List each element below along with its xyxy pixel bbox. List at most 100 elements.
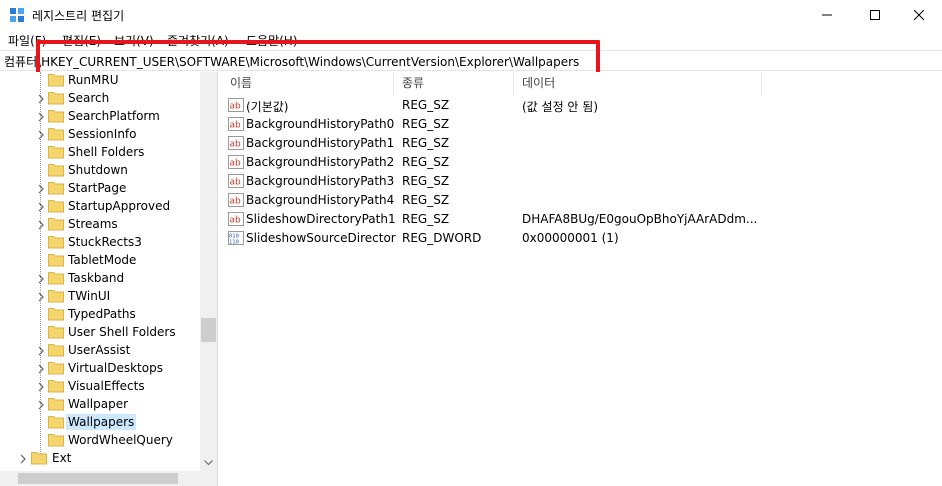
tree-item[interactable]: Wallpaper [0, 395, 200, 413]
tree-item[interactable]: Shutdown [0, 161, 200, 179]
folder-icon [48, 73, 64, 87]
maximize-button[interactable] [852, 0, 898, 30]
folder-icon [48, 325, 64, 339]
tree-item-label[interactable]: VirtualDesktops [66, 360, 165, 376]
chevron-right-icon[interactable] [36, 273, 46, 284]
tree-item-label[interactable]: TypedPaths [66, 306, 138, 322]
string-value-icon: ab [228, 193, 244, 207]
value-type: REG_SZ [402, 136, 450, 150]
chevron-right-icon[interactable] [36, 93, 46, 104]
tree-item[interactable]: Wallpapers [0, 413, 200, 431]
tree-item[interactable]: StartupApproved [0, 197, 200, 215]
value-name: BackgroundHistoryPath3 [246, 174, 395, 188]
value-data: 0x00000001 (1) [522, 231, 619, 245]
tree-item-label[interactable]: StuckRects3 [66, 234, 144, 250]
scrollbar-thumb[interactable] [18, 473, 178, 484]
tree-item[interactable]: StuckRects3 [0, 233, 200, 251]
value-name: SlideshowDirectoryPath1 [246, 212, 396, 226]
folder-icon [48, 271, 64, 285]
tree-item[interactable]: VirtualDesktops [0, 359, 200, 377]
value-name: SlideshowSourceDirectori... [246, 231, 396, 245]
string-value-icon: ab [228, 117, 244, 131]
folder-icon [48, 289, 64, 303]
value-name: (기본값) [246, 100, 289, 114]
scrollbar-thumb[interactable] [201, 318, 216, 342]
value-row[interactable]: ab SlideshowDirectoryPath1 REG_SZ DHAFA8BUg… [222, 210, 942, 229]
svg-text:ab: ab [230, 140, 242, 150]
chevron-right-icon[interactable] [36, 363, 46, 374]
tree-item[interactable]: VisualEffects [0, 377, 200, 395]
tree-horizontal-scrollbar[interactable] [0, 471, 217, 486]
tree-item-label[interactable]: Taskband [66, 270, 126, 286]
tree-item[interactable]: TabletMode [0, 251, 200, 269]
chevron-right-icon[interactable] [36, 399, 46, 410]
tree-item-label[interactable]: UserAssist [66, 342, 132, 358]
tree-item[interactable]: Ext [0, 449, 200, 467]
value-row[interactable]: ab BackgroundHistoryPath0 REG_SZ [222, 115, 942, 134]
svg-text:ab: ab [230, 102, 242, 112]
chevron-right-icon[interactable] [36, 201, 46, 212]
tree-item-label[interactable]: StartPage [66, 180, 128, 196]
tree-item-label[interactable]: Streams [66, 216, 120, 232]
key-tree: RunMRU Search SearchPlatform SessionInfo She… [0, 72, 217, 486]
tree-item-label[interactable]: SearchPlatform [66, 108, 162, 124]
tree-item-label[interactable]: Ext [50, 450, 73, 466]
tree-item-label[interactable]: WordWheelQuery [66, 432, 175, 448]
value-row[interactable]: ab (기본값) REG_SZ (값 설정 안 됨) [222, 96, 942, 115]
tree-item-label[interactable]: User Shell Folders [66, 324, 178, 340]
value-row[interactable]: ab BackgroundHistoryPath2 REG_SZ [222, 153, 942, 172]
column-header-type[interactable]: 종류 [394, 72, 514, 96]
tree-item-label[interactable]: Wallpaper [66, 396, 130, 412]
tree-item[interactable]: TWinUI [0, 287, 200, 305]
scroll-down-button[interactable] [200, 454, 217, 471]
tree-item[interactable]: SessionInfo [0, 125, 200, 143]
tree-item[interactable]: TypedPaths [0, 305, 200, 323]
tree-item-label[interactable]: StartupApproved [66, 198, 172, 214]
column-header-data[interactable]: 데이터 [514, 72, 762, 96]
value-type: REG_SZ [402, 212, 450, 226]
tree-item[interactable]: Search [0, 89, 200, 107]
value-row[interactable]: 010 110 SlideshowSourceDirectori... REG_DWO… [222, 229, 942, 248]
value-name: BackgroundHistoryPath0 [246, 117, 395, 131]
tree-item-label[interactable]: VisualEffects [66, 378, 147, 394]
tree-item[interactable]: Streams [0, 215, 200, 233]
tree-item-label[interactable]: Wallpapers [66, 414, 137, 430]
chevron-right-icon[interactable] [36, 129, 46, 140]
tree-item-label[interactable]: RunMRU [66, 72, 120, 88]
tree-item-label[interactable]: Shutdown [66, 162, 130, 178]
value-list: 이름 종류 데이터 ab (기본값) REG_SZ (값 설정 안 됨) ab Backg… [222, 72, 942, 486]
folder-icon [48, 109, 64, 123]
tree-item-label[interactable]: Search [66, 90, 111, 106]
tree-item[interactable]: UserAssist [0, 341, 200, 359]
chevron-right-icon[interactable] [36, 111, 46, 122]
chevron-right-icon[interactable] [36, 291, 46, 302]
tree-item[interactable]: WordWheelQuery [0, 431, 200, 449]
tree-item[interactable]: Taskband [0, 269, 200, 287]
chevron-right-icon[interactable] [36, 219, 46, 230]
tree-item[interactable]: User Shell Folders [0, 323, 200, 341]
tree-item-label[interactable]: Shell Folders [66, 144, 146, 160]
tree-item[interactable]: StartPage [0, 179, 200, 197]
chevron-right-icon[interactable] [36, 345, 46, 356]
tree-item-label[interactable]: SessionInfo [66, 126, 139, 142]
tree-item[interactable]: RunMRU [0, 72, 200, 89]
tree-item-label[interactable]: TabletMode [66, 252, 138, 268]
value-name: BackgroundHistoryPath4 [246, 193, 395, 207]
value-row[interactable]: ab BackgroundHistoryPath1 REG_SZ [222, 134, 942, 153]
tree-item-label[interactable]: TWinUI [66, 288, 112, 304]
value-row[interactable]: ab BackgroundHistoryPath3 REG_SZ [222, 172, 942, 191]
chevron-right-icon[interactable] [18, 453, 28, 464]
minimize-button[interactable] [804, 0, 850, 30]
folder-icon [48, 415, 64, 429]
chevron-right-icon[interactable] [36, 381, 46, 392]
tree-vertical-scrollbar[interactable] [200, 72, 217, 486]
close-button[interactable] [896, 0, 942, 30]
string-value-icon: ab [228, 98, 244, 112]
column-header-name[interactable]: 이름 [222, 72, 394, 96]
chevron-right-icon[interactable] [36, 183, 46, 194]
tree-item[interactable]: SearchPlatform [0, 107, 200, 125]
folder-icon [48, 397, 64, 411]
tree-item[interactable]: Shell Folders [0, 143, 200, 161]
value-row[interactable]: ab BackgroundHistoryPath4 REG_SZ [222, 191, 942, 210]
svg-text:ab: ab [230, 159, 242, 169]
